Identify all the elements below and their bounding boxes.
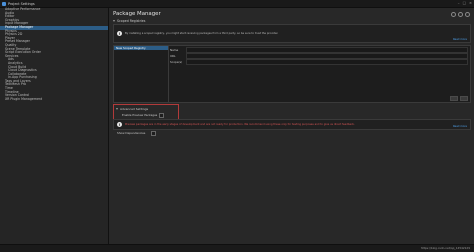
scoped-registries-label: Scoped Registries — [117, 19, 146, 23]
registry-scope-row: Scope(s) — [170, 59, 468, 65]
window-titlebar: Project Settings – □ × — [0, 0, 474, 8]
name-label: Name — [170, 48, 179, 52]
registry-details: Name URL Scope(s) — [170, 47, 468, 65]
add-registry-button[interactable] — [450, 96, 458, 101]
remove-registry-button[interactable] — [460, 96, 468, 101]
advanced-settings-label: Advanced Settings — [120, 106, 149, 111]
advanced-settings-foldout[interactable]: Advanced Settings — [116, 107, 148, 111]
settings-sidebar: Adaptive Performance Audio Editor Graphics I… — [0, 7, 109, 244]
advanced-settings-highlight: Advanced Settings Enable Preview Package… — [113, 104, 179, 120]
warning-text: Preview packages are in the early stages… — [125, 123, 355, 126]
info-icon: ! — [117, 31, 122, 36]
header-icons — [451, 12, 470, 17]
scoped-registries-foldout[interactable]: Scoped Registries — [113, 19, 145, 23]
page-title: Package Manager — [113, 11, 161, 17]
sidebar-list: Adaptive Performance Audio Editor Graphics I… — [0, 7, 108, 102]
scoped-registries-info: ! By installing a scoped registry, you m… — [113, 24, 471, 43]
show-dependencies-checkbox[interactable] — [151, 131, 157, 136]
registry-name-row: Name — [170, 47, 468, 53]
enable-preview-row: Enable Preview Packages — [122, 113, 165, 118]
minimize-icon[interactable]: – — [458, 1, 460, 5]
registry-url-row: URL — [170, 53, 468, 59]
settings-main-panel: Package Manager Scoped Registries ! By i… — [109, 8, 474, 244]
help-icon[interactable] — [451, 12, 456, 17]
name-input[interactable] — [186, 47, 468, 53]
maximize-icon[interactable]: □ — [463, 1, 466, 5]
info-text: By installing a scoped registry, you mig… — [125, 32, 279, 35]
registry-footer — [450, 96, 468, 101]
url-input[interactable] — [186, 53, 468, 59]
foldout-arrow-icon — [116, 107, 118, 110]
read-more-link[interactable]: Read more — [453, 125, 467, 128]
enable-preview-label: Enable Preview Packages — [122, 113, 158, 118]
sidebar-item-xr-plugin-management[interactable]: XR Plugin Management — [0, 97, 108, 102]
warning-icon: ! — [117, 122, 122, 127]
registry-list-item[interactable]: New Scoped Registry — [114, 46, 168, 50]
window-title: Project Settings — [8, 1, 35, 6]
scope-label: Scope(s) — [170, 60, 183, 64]
show-dependencies-row: Show Dependencies — [117, 131, 157, 136]
enable-preview-checkbox[interactable] — [159, 113, 165, 118]
watermark-text: https://blog.csdn.net/qq_14542129 — [420, 246, 470, 250]
unity-icon — [2, 1, 6, 6]
url-label: URL — [170, 54, 176, 58]
preset-icon[interactable] — [458, 12, 463, 17]
registry-list: New Scoped Registry — [114, 46, 169, 102]
menu-icon[interactable] — [465, 12, 470, 17]
foldout-arrow-icon — [113, 20, 115, 22]
show-dependencies-label: Show Dependencies — [117, 131, 146, 136]
read-more-link[interactable]: Read more — [453, 38, 467, 41]
registry-editor: New Scoped Registry Name URL Scope(s) — [113, 45, 471, 103]
close-icon[interactable]: × — [469, 1, 472, 5]
window-controls: – □ × — [458, 1, 472, 5]
scope-input[interactable] — [186, 59, 468, 65]
preview-warning: ! Preview packages are in the early stag… — [113, 119, 471, 130]
